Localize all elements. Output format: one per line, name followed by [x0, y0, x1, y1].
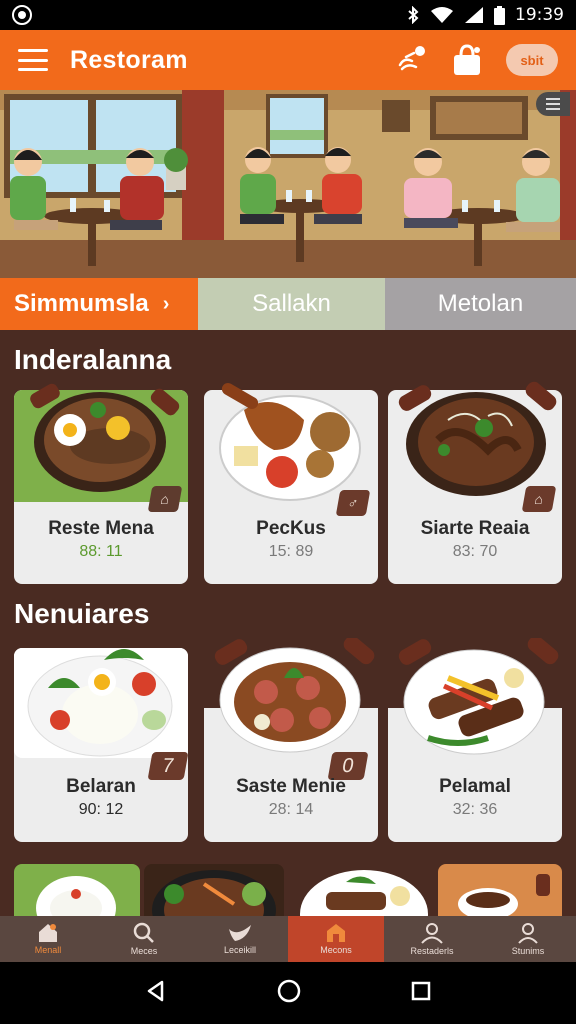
item-name: Siarte Reaia — [420, 518, 530, 539]
food-image — [458, 874, 550, 916]
item-price: 88: 11 — [79, 543, 123, 560]
hero-banner — [0, 90, 576, 278]
item-name: Saste Menie — [236, 776, 346, 797]
shopping-bag-icon[interactable] — [450, 43, 484, 77]
food-image — [398, 381, 557, 496]
menu-card[interactable]: ⌂ Reste Mena 88: 11 — [14, 383, 188, 584]
item-price: 15: 89 — [268, 543, 314, 560]
item-badge: ⌂ — [521, 486, 557, 512]
menu-card[interactable]: 0 Saste Menie 28: 14 — [204, 638, 378, 842]
item-price: 32: 36 — [452, 801, 498, 818]
menu-card[interactable]: Pelamal 32: 36 — [388, 638, 562, 842]
menu-card[interactable]: ⌂ Siarte Reaia 83: 70 — [388, 381, 562, 584]
app-title: Restoram — [70, 45, 188, 74]
battery-icon — [494, 5, 505, 25]
nav-item-menall[interactable]: Menall — [0, 916, 96, 962]
menu-card[interactable]: 7 Belaran 90: 12 — [14, 648, 189, 842]
food-image — [152, 870, 276, 916]
category-tabs: Simmumsla › Sallakn Metolan — [0, 278, 576, 330]
store-icon — [327, 924, 345, 942]
tab-sallakn[interactable]: Sallakn — [198, 278, 385, 330]
search-icon — [133, 922, 154, 943]
notification-icon — [12, 5, 32, 25]
menu-card-partial[interactable] — [296, 864, 432, 916]
back-icon[interactable] — [145, 980, 167, 1007]
food-image — [36, 876, 116, 916]
tab-label: Metolan — [437, 290, 524, 317]
chef-icon[interactable] — [394, 43, 428, 77]
bird-icon — [229, 925, 251, 941]
food-image — [300, 870, 428, 916]
nav-item-stunims[interactable]: Stunims — [480, 916, 576, 962]
tab-metolan[interactable]: Metolan — [385, 278, 576, 330]
item-name: Belaran — [66, 776, 136, 797]
wifi-icon — [431, 7, 453, 23]
section-title: Nenuiares — [14, 598, 150, 629]
menu-card-partial[interactable] — [438, 864, 562, 916]
item-badge: ⌂ — [147, 486, 183, 512]
nav-item-leceikill[interactable]: Leceikill — [192, 916, 288, 962]
clock: 19:39 — [515, 5, 564, 25]
nav-item-restaderls[interactable]: Restaderls — [384, 916, 480, 962]
menu-icon[interactable] — [18, 49, 48, 71]
menu-card[interactable]: ♂ PecKus 15: 89 — [204, 383, 378, 584]
item-name: PecKus — [256, 518, 326, 539]
food-image — [204, 638, 378, 753]
tab-label: Simmumsla — [14, 290, 149, 317]
tab-simmumsla[interactable]: Simmumsla › — [0, 278, 198, 330]
recents-icon[interactable] — [411, 981, 431, 1006]
food-image — [14, 648, 188, 758]
home-button-icon[interactable] — [277, 979, 301, 1008]
system-nav-bar — [0, 962, 576, 1024]
item-price: 90: 12 — [78, 801, 124, 818]
nav-item-meces[interactable]: Meces — [96, 916, 192, 962]
food-image — [30, 383, 180, 492]
item-price: 83: 70 — [452, 543, 498, 560]
item-price: 28: 14 — [268, 801, 314, 818]
bluetooth-icon — [408, 6, 419, 24]
person-icon — [518, 923, 538, 944]
section-title: Inderalanna — [14, 344, 172, 375]
item-badge: ♂ — [335, 490, 371, 516]
item-name: Pelamal — [439, 776, 511, 797]
tab-label: Sallakn — [252, 290, 331, 317]
people-icon — [421, 923, 443, 944]
food-image — [388, 638, 562, 755]
profile-pill-button[interactable]: sbit — [506, 44, 558, 76]
menu-card-partial[interactable] — [14, 864, 140, 916]
signal-icon — [465, 7, 483, 23]
status-bar: 19:39 — [0, 0, 576, 30]
app-bar: Restoram sbit — [0, 30, 576, 90]
restaurant-illustration — [0, 90, 576, 278]
nav-item-mecons[interactable]: Mecons — [288, 916, 384, 962]
chevron-right-icon: › — [162, 292, 170, 315]
food-image — [219, 383, 361, 501]
bottom-navigation: Menall Meces Leceikill Mecons Restaderls… — [0, 916, 576, 962]
menu-card-partial[interactable] — [144, 864, 284, 916]
home-icon — [39, 924, 57, 942]
item-name: Reste Mena — [48, 518, 154, 539]
overlay-menu-icon[interactable] — [536, 92, 570, 116]
